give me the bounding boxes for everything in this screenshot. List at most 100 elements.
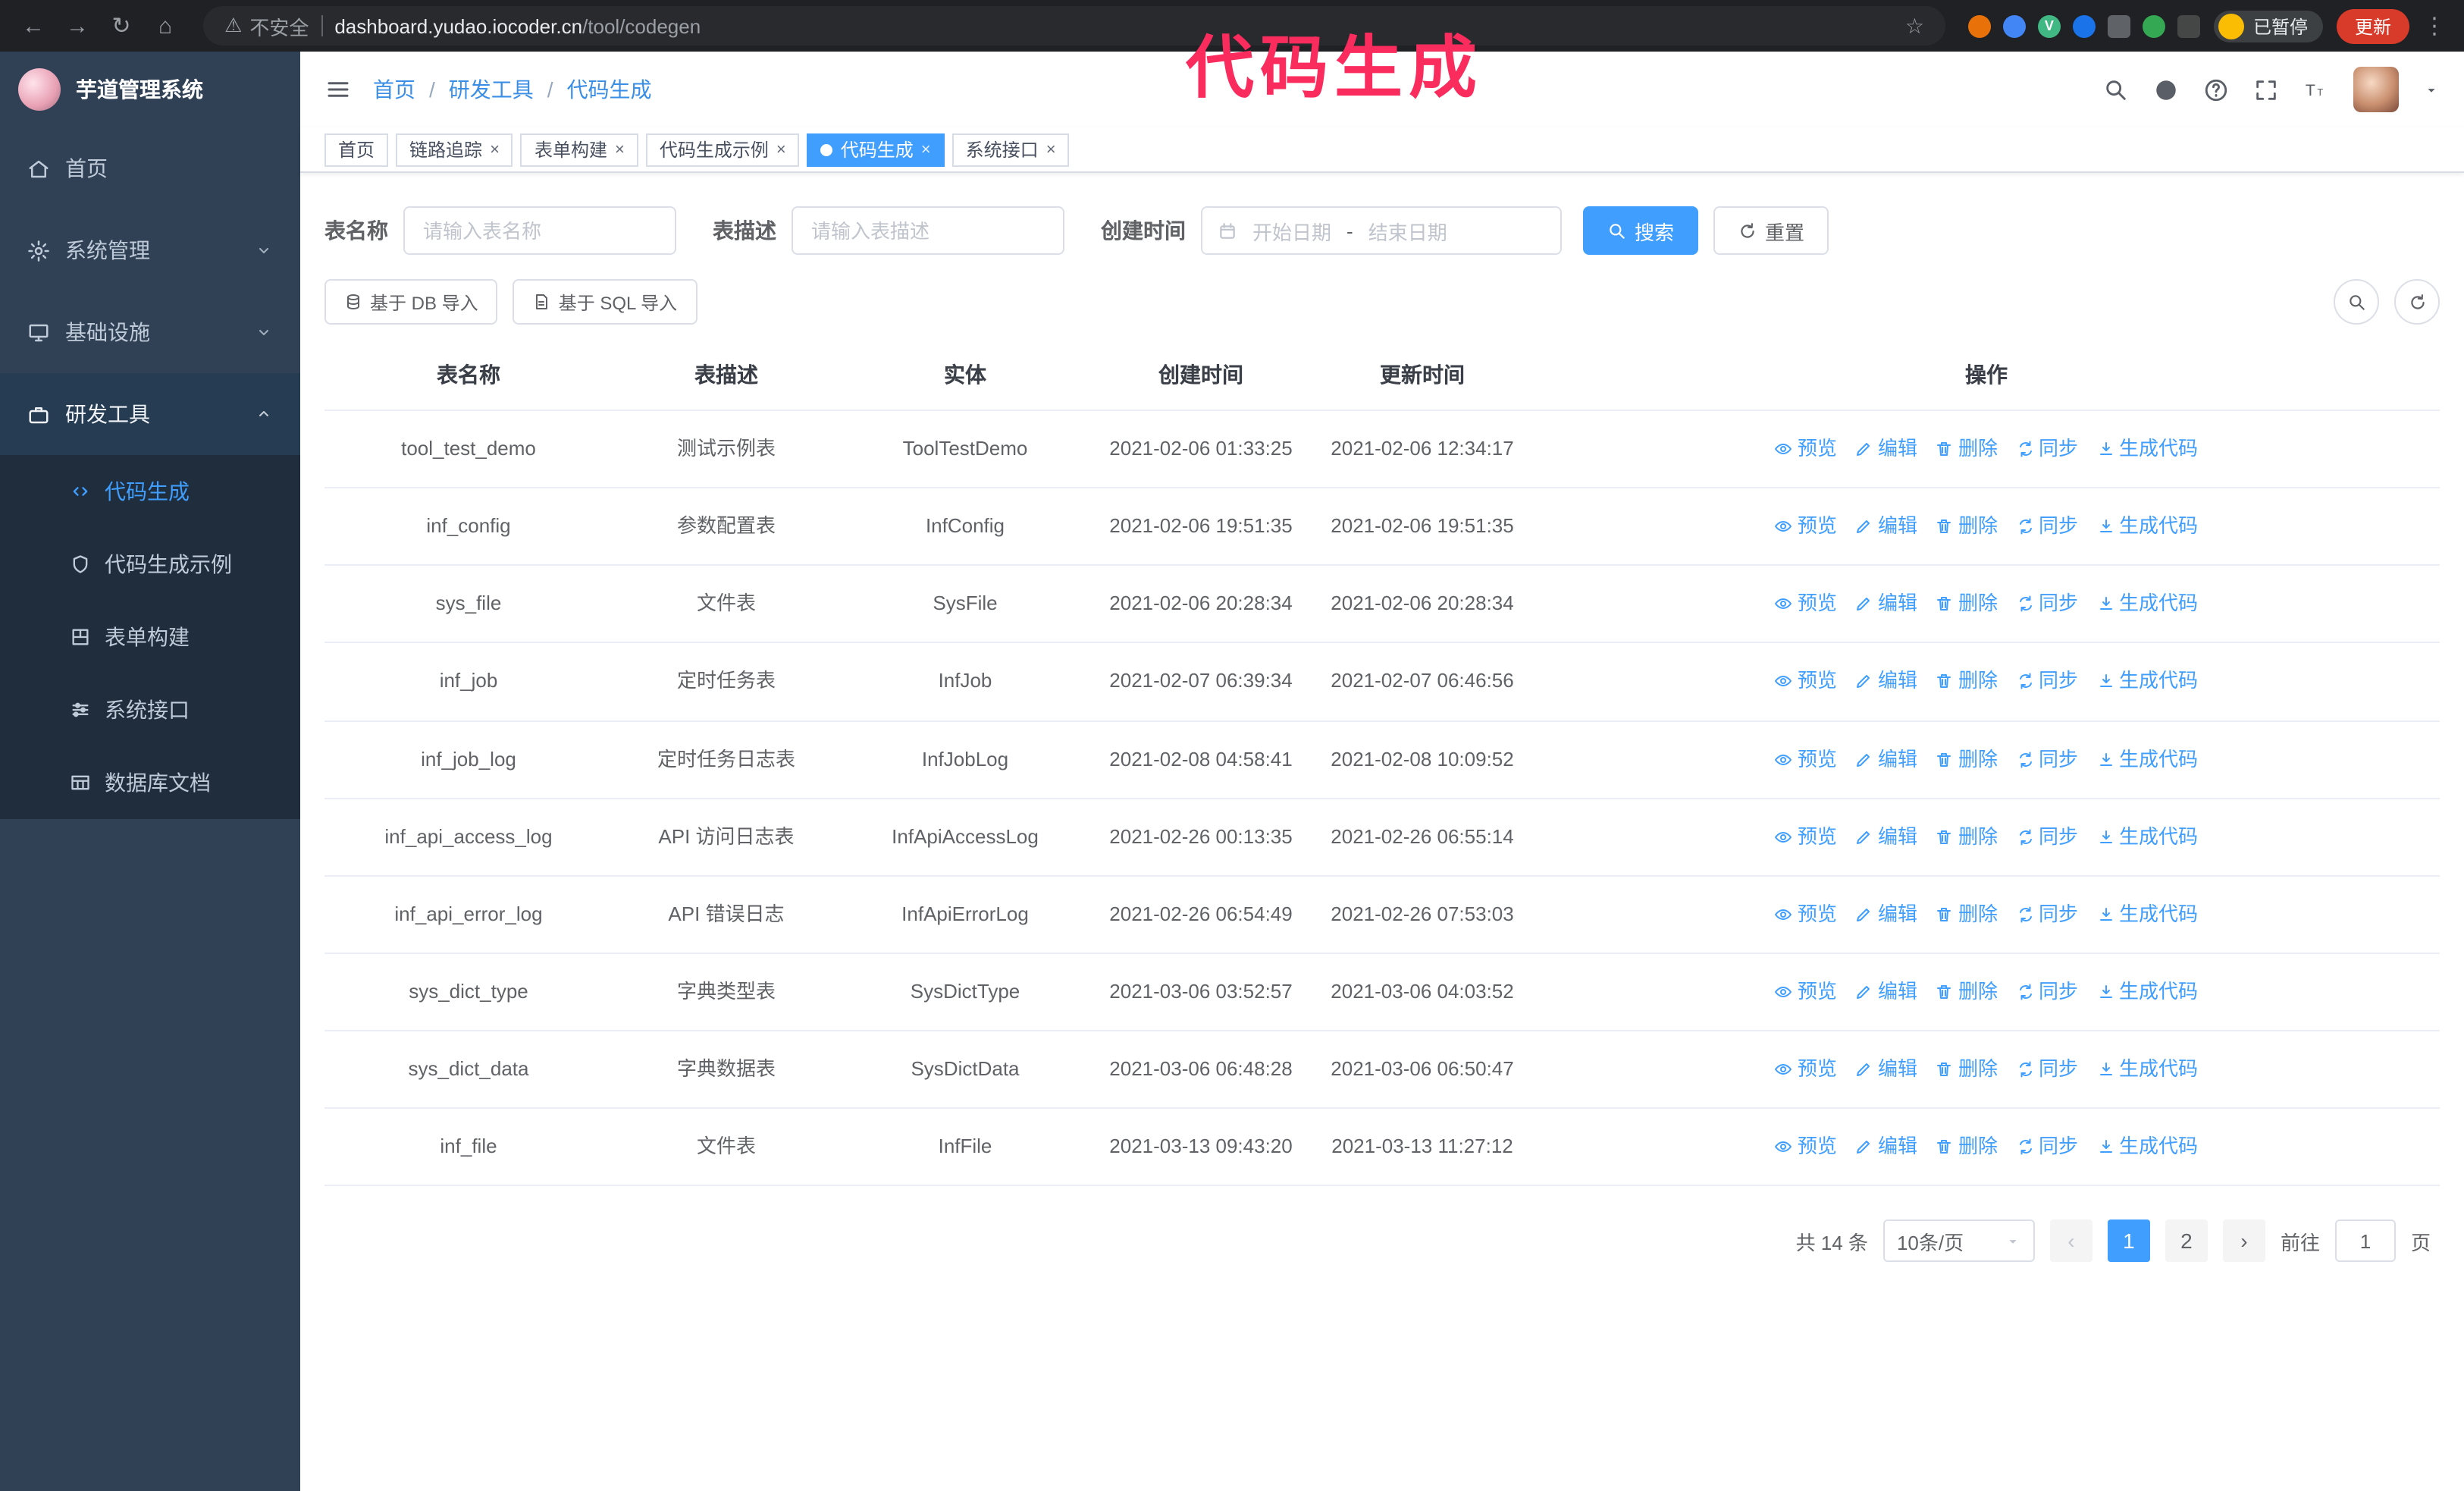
sync-link[interactable]: 同步 <box>2016 434 2078 464</box>
generate-code-link[interactable]: 生成代码 <box>2096 589 2198 620</box>
extension-icon-5[interactable] <box>2142 14 2165 37</box>
generate-code-link[interactable]: 生成代码 <box>2096 434 2198 464</box>
close-icon[interactable]: × <box>490 140 500 159</box>
preview-link[interactable]: 预览 <box>1775 1132 1837 1163</box>
edit-link[interactable]: 编辑 <box>1855 821 1917 852</box>
edit-link[interactable]: 编辑 <box>1855 899 1917 930</box>
close-icon[interactable]: × <box>1046 140 1056 159</box>
import-db-button[interactable]: 基于 DB 导入 <box>324 279 498 325</box>
delete-link[interactable]: 删除 <box>1936 977 1998 1007</box>
generate-code-link[interactable]: 生成代码 <box>2096 899 2198 930</box>
tag-home[interactable]: 首页 <box>324 133 389 166</box>
forward-icon[interactable]: → <box>62 13 92 39</box>
delete-link[interactable]: 删除 <box>1936 744 1998 774</box>
font-size-icon[interactable] <box>2303 77 2329 102</box>
generate-code-link[interactable]: 生成代码 <box>2096 667 2198 697</box>
sidebar-item-system-api[interactable]: 系统接口 <box>0 673 300 746</box>
sync-link[interactable]: 同步 <box>2016 899 2078 930</box>
sidebar-item-form-builder[interactable]: 表单构建 <box>0 601 300 673</box>
preview-link[interactable]: 预览 <box>1775 589 1837 620</box>
profile-chip[interactable]: 已暂停 <box>2213 10 2323 42</box>
sidebar-item-dev-tools[interactable]: 研发工具 <box>0 373 300 455</box>
extension-icon-1[interactable] <box>1967 14 1991 37</box>
sync-link[interactable]: 同步 <box>2016 589 2078 620</box>
generate-code-link[interactable]: 生成代码 <box>2096 821 2198 852</box>
page-button-1[interactable]: 1 <box>2107 1219 2150 1263</box>
sidebar-item-codegen-example[interactable]: 代码生成示例 <box>0 528 300 601</box>
delete-link[interactable]: 删除 <box>1936 821 1998 852</box>
address-bar[interactable]: ⚠ 不安全 dashboard.yudao.iocoder.cn/tool/co… <box>203 6 1945 46</box>
tag-form-builder[interactable]: 表单构建 × <box>520 133 638 166</box>
preview-link[interactable]: 预览 <box>1775 511 1837 541</box>
edit-link[interactable]: 编辑 <box>1855 744 1917 774</box>
sidebar-item-home[interactable]: 首页 <box>0 127 300 209</box>
search-button[interactable]: 搜索 <box>1583 206 1699 255</box>
preview-link[interactable]: 预览 <box>1775 977 1837 1007</box>
generate-code-link[interactable]: 生成代码 <box>2096 744 2198 774</box>
date-range-picker[interactable]: 开始日期 - 结束日期 <box>1201 206 1562 255</box>
fullscreen-icon[interactable] <box>2253 77 2279 102</box>
bookmark-star-icon[interactable]: ☆ <box>1905 13 1924 39</box>
preview-link[interactable]: 预览 <box>1775 667 1837 697</box>
edit-link[interactable]: 编辑 <box>1855 1132 1917 1163</box>
delete-link[interactable]: 删除 <box>1936 667 1998 697</box>
sync-link[interactable]: 同步 <box>2016 1132 2078 1163</box>
caret-down-icon[interactable] <box>2423 81 2440 98</box>
browser-menu-icon[interactable]: ⋮ <box>2423 12 2446 39</box>
extension-icon-3[interactable] <box>2072 14 2096 37</box>
extension-icon-2[interactable] <box>2002 14 2026 37</box>
preview-link[interactable]: 预览 <box>1775 434 1837 464</box>
delete-link[interactable]: 删除 <box>1936 589 1998 620</box>
table-desc-input[interactable] <box>792 206 1064 255</box>
tag-code-generation[interactable]: 代码生成 × <box>807 133 945 166</box>
generate-code-link[interactable]: 生成代码 <box>2096 1054 2198 1085</box>
breadcrumb-item-home[interactable]: 首页 <box>373 74 415 105</box>
github-icon[interactable] <box>2153 77 2179 102</box>
refresh-table-button[interactable] <box>2394 279 2440 325</box>
sync-link[interactable]: 同步 <box>2016 667 2078 697</box>
page-button-2[interactable]: 2 <box>2165 1219 2208 1263</box>
goto-page-input[interactable] <box>2334 1219 2396 1263</box>
tag-codegen-example[interactable]: 代码生成示例 × <box>645 133 800 166</box>
delete-link[interactable]: 删除 <box>1936 1054 1998 1085</box>
sidebar-item-system-management[interactable]: 系统管理 <box>0 209 300 291</box>
next-page-button[interactable]: › <box>2222 1219 2265 1263</box>
sync-link[interactable]: 同步 <box>2016 511 2078 541</box>
extension-icon-4[interactable] <box>2107 14 2130 37</box>
vue-devtools-icon[interactable]: V <box>2037 14 2061 37</box>
puzzle-extension-icon[interactable] <box>2177 14 2200 37</box>
edit-link[interactable]: 编辑 <box>1855 667 1917 697</box>
preview-link[interactable]: 预览 <box>1775 1054 1837 1085</box>
sidebar-item-code-generation[interactable]: 代码生成 <box>0 455 300 528</box>
delete-link[interactable]: 删除 <box>1936 511 1998 541</box>
home-icon[interactable]: ⌂ <box>150 13 180 39</box>
toggle-search-button[interactable] <box>2334 279 2379 325</box>
generate-code-link[interactable]: 生成代码 <box>2096 1132 2198 1163</box>
reset-button[interactable]: 重置 <box>1713 206 1829 255</box>
preview-link[interactable]: 预览 <box>1775 899 1837 930</box>
reload-icon[interactable]: ↻ <box>106 12 136 39</box>
close-icon[interactable]: × <box>615 140 625 159</box>
security-warning[interactable]: ⚠ 不安全 <box>224 11 309 40</box>
help-icon[interactable] <box>2203 77 2229 102</box>
table-name-input[interactable] <box>403 206 676 255</box>
delete-link[interactable]: 删除 <box>1936 434 1998 464</box>
sync-link[interactable]: 同步 <box>2016 744 2078 774</box>
hamburger-icon[interactable] <box>324 76 352 103</box>
back-icon[interactable]: ← <box>18 13 49 39</box>
sidebar-item-infrastructure[interactable]: 基础设施 <box>0 291 300 373</box>
edit-link[interactable]: 编辑 <box>1855 434 1917 464</box>
prev-page-button[interactable]: ‹ <box>2049 1219 2093 1263</box>
browser-update-button[interactable]: 更新 <box>2336 8 2409 43</box>
sync-link[interactable]: 同步 <box>2016 821 2078 852</box>
edit-link[interactable]: 编辑 <box>1855 511 1917 541</box>
close-icon[interactable]: × <box>921 140 931 159</box>
generate-code-link[interactable]: 生成代码 <box>2096 977 2198 1007</box>
close-icon[interactable]: × <box>776 140 786 159</box>
sync-link[interactable]: 同步 <box>2016 1054 2078 1085</box>
preview-link[interactable]: 预览 <box>1775 744 1837 774</box>
edit-link[interactable]: 编辑 <box>1855 1054 1917 1085</box>
tag-tracing[interactable]: 链路追踪 × <box>396 133 513 166</box>
sidebar-item-db-doc[interactable]: 数据库文档 <box>0 746 300 819</box>
import-sql-button[interactable]: 基于 SQL 导入 <box>513 279 698 325</box>
